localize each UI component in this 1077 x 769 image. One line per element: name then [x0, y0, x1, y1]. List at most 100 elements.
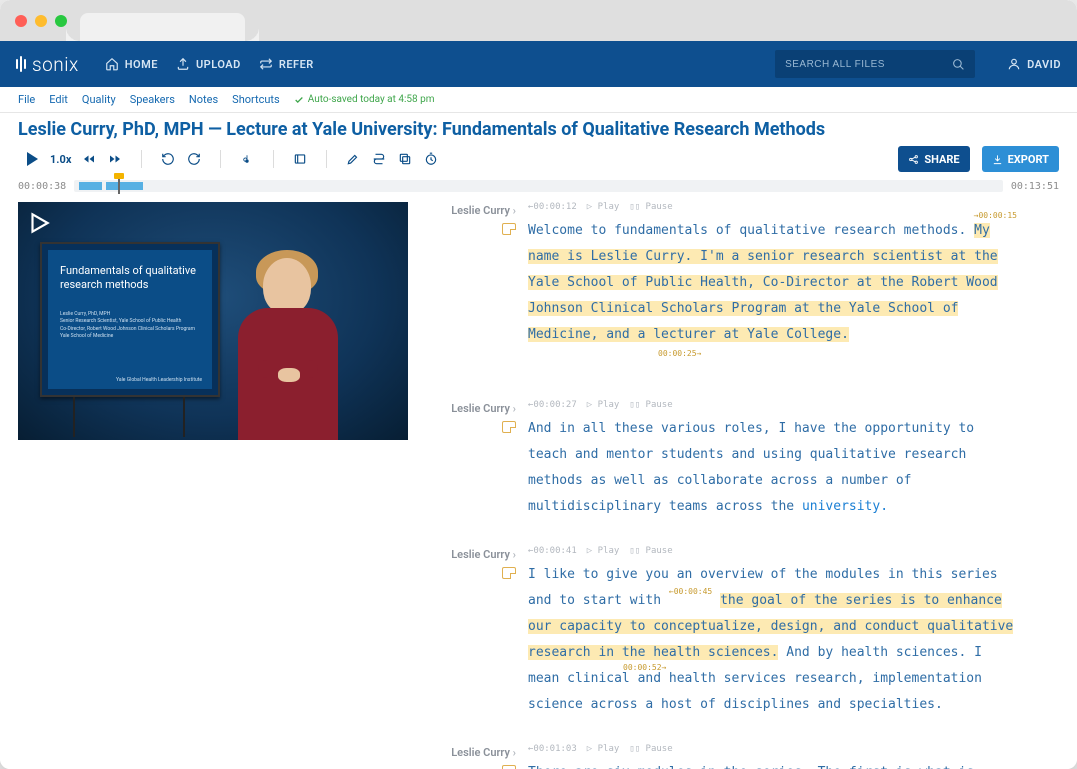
segment-text[interactable]: →00:00:15 Welcome to fundamentals of qua… — [528, 218, 1017, 374]
transcript-pane: Leslie Curry ←00:00:12 ▷ Play ▯▯ Pause →… — [408, 198, 1077, 769]
segment-controls: ←00:00:27 ▷ Play ▯▯ Pause — [528, 400, 1017, 410]
search-input[interactable] — [785, 59, 952, 70]
nav-refer[interactable]: REFER — [259, 57, 314, 71]
speaker-label[interactable]: Leslie Curry — [428, 548, 516, 561]
copy-button[interactable] — [393, 147, 417, 171]
timeline-track[interactable] — [74, 180, 1003, 192]
play-button[interactable] — [20, 147, 44, 171]
segment-text[interactable]: I like to give you an overview of the mo… — [528, 562, 1017, 718]
video-player[interactable]: Fundamentals of qualitative research met… — [18, 202, 408, 440]
segment-controls: ←00:01:03 ▷ Play ▯▯ Pause — [528, 744, 1017, 754]
upload-icon — [176, 57, 190, 71]
transcript-segment: Leslie Curry ←00:01:03 ▷ Play ▯▯ Pause T… — [428, 744, 1017, 769]
presenter-figure — [228, 240, 348, 440]
menu-bar: File Edit Quality Speakers Notes Shortcu… — [0, 87, 1077, 113]
speaker-label[interactable]: Leslie Curry — [428, 402, 516, 415]
segment-timestamp: ←00:00:12 — [528, 202, 577, 212]
segment-pause[interactable]: ▯▯ Pause — [629, 400, 672, 410]
segment-play[interactable]: ▷ Play — [587, 744, 620, 754]
timestamp-tag: 00:00:52→ — [623, 660, 666, 676]
menu-shortcuts[interactable]: Shortcuts — [232, 93, 280, 106]
nav-home[interactable]: HOME — [105, 57, 158, 71]
slide-title: Fundamentals of qualitative research met… — [60, 264, 200, 293]
export-button[interactable]: EXPORT — [982, 146, 1059, 172]
speaker-label[interactable]: Leslie Curry — [428, 746, 516, 759]
note-icon[interactable] — [502, 421, 516, 433]
segment-timestamp: ←00:00:27 — [528, 400, 577, 410]
timestamp-tag: 00:00:25→ — [658, 349, 701, 358]
nav-upload[interactable]: UPLOAD — [176, 57, 241, 71]
menu-edit[interactable]: Edit — [49, 93, 68, 106]
user-icon — [1007, 57, 1021, 71]
home-icon — [105, 57, 119, 71]
menu-speakers[interactable]: Speakers — [130, 93, 175, 106]
search-box[interactable] — [775, 50, 975, 78]
close-window-icon[interactable] — [15, 15, 27, 27]
browser-window: sonix HOME UPLOAD REFER — [0, 0, 1077, 769]
brand-text: sonix — [32, 53, 79, 76]
logo-icon — [16, 56, 26, 72]
timeline: 00:00:38 00:13:51 — [0, 178, 1077, 198]
play-overlay-icon[interactable] — [26, 210, 52, 236]
segment-text[interactable]: And in all these various roles, I have t… — [528, 416, 1017, 520]
browser-chrome — [0, 0, 1077, 41]
undo-button[interactable] — [156, 147, 180, 171]
download-icon — [992, 154, 1003, 165]
linked-word[interactable]: university. — [802, 499, 888, 514]
maximize-window-icon[interactable] — [55, 15, 67, 27]
search-icon — [952, 58, 965, 71]
share-icon — [908, 154, 919, 165]
segment-timestamp: ←00:00:41 — [528, 546, 577, 556]
segment-play[interactable]: ▷ Play — [587, 400, 620, 410]
menu-notes[interactable]: Notes — [189, 93, 218, 106]
window-controls — [12, 15, 67, 27]
browser-tab[interactable] — [80, 13, 245, 41]
transcript-segment: Leslie Curry ←00:00:41 ▷ Play ▯▯ Pause I… — [428, 546, 1017, 718]
forward-button[interactable] — [103, 147, 127, 171]
thermometer-button[interactable] — [235, 147, 259, 171]
segment-timestamp: ←00:01:03 — [528, 744, 577, 754]
strikethrough-button[interactable] — [367, 147, 391, 171]
speaker-label[interactable]: Leslie Curry — [428, 204, 516, 217]
menu-file[interactable]: File — [18, 93, 35, 106]
segment-text[interactable]: There are six modules in the series. The… — [528, 760, 1017, 769]
transcript-segment: Leslie Curry ←00:00:12 ▷ Play ▯▯ Pause →… — [428, 202, 1017, 374]
user-menu[interactable]: DAVID — [1007, 57, 1061, 71]
top-nav: sonix HOME UPLOAD REFER — [0, 41, 1077, 87]
rewind-button[interactable] — [77, 147, 101, 171]
timestamp-tag: →00:00:15 — [974, 208, 1017, 224]
segment-play[interactable]: ▷ Play — [587, 546, 620, 556]
title-bar: Leslie Curry, PhD, MPH — Lecture at Yale… — [0, 113, 1077, 140]
note-icon[interactable] — [502, 223, 516, 235]
document-title: Leslie Curry, PhD, MPH — Lecture at Yale… — [18, 119, 1059, 140]
nav-links: HOME UPLOAD REFER — [105, 57, 314, 71]
refer-icon — [259, 57, 273, 71]
redo-button[interactable] — [182, 147, 206, 171]
timeline-duration: 00:13:51 — [1011, 181, 1059, 192]
presentation-slide: Fundamentals of qualitative research met… — [40, 242, 220, 397]
menu-quality[interactable]: Quality — [82, 93, 116, 106]
segment-pause[interactable]: ▯▯ Pause — [629, 744, 672, 754]
segment-play[interactable]: ▷ Play — [587, 202, 620, 212]
segment-controls: ←00:00:12 ▷ Play ▯▯ Pause — [528, 202, 1017, 212]
dictionary-button[interactable] — [288, 147, 312, 171]
highlight-button[interactable] — [341, 147, 365, 171]
main-body: Fundamentals of qualitative research met… — [0, 198, 1077, 769]
timestamp-tag: ←00:00:45 — [669, 587, 712, 596]
segment-controls: ←00:00:41 ▷ Play ▯▯ Pause — [528, 546, 1017, 556]
video-pane: Fundamentals of qualitative research met… — [0, 198, 408, 769]
segment-pause[interactable]: ▯▯ Pause — [629, 546, 672, 556]
minimize-window-icon[interactable] — [35, 15, 47, 27]
timeline-cursor[interactable] — [118, 178, 120, 194]
note-icon[interactable] — [502, 765, 516, 769]
playback-speed[interactable]: 1.0x — [46, 153, 75, 166]
segment-pause[interactable]: ▯▯ Pause — [629, 202, 672, 212]
transcript-segment: Leslie Curry ←00:00:27 ▷ Play ▯▯ Pause A… — [428, 400, 1017, 520]
timestamp-button[interactable] — [419, 147, 443, 171]
brand-logo[interactable]: sonix — [16, 53, 79, 76]
check-icon — [294, 95, 304, 105]
toolbar: 1.0x — [0, 140, 1077, 178]
timeline-current: 00:00:38 — [18, 181, 66, 192]
share-button[interactable]: SHARE — [898, 146, 969, 172]
note-icon[interactable] — [502, 567, 516, 579]
